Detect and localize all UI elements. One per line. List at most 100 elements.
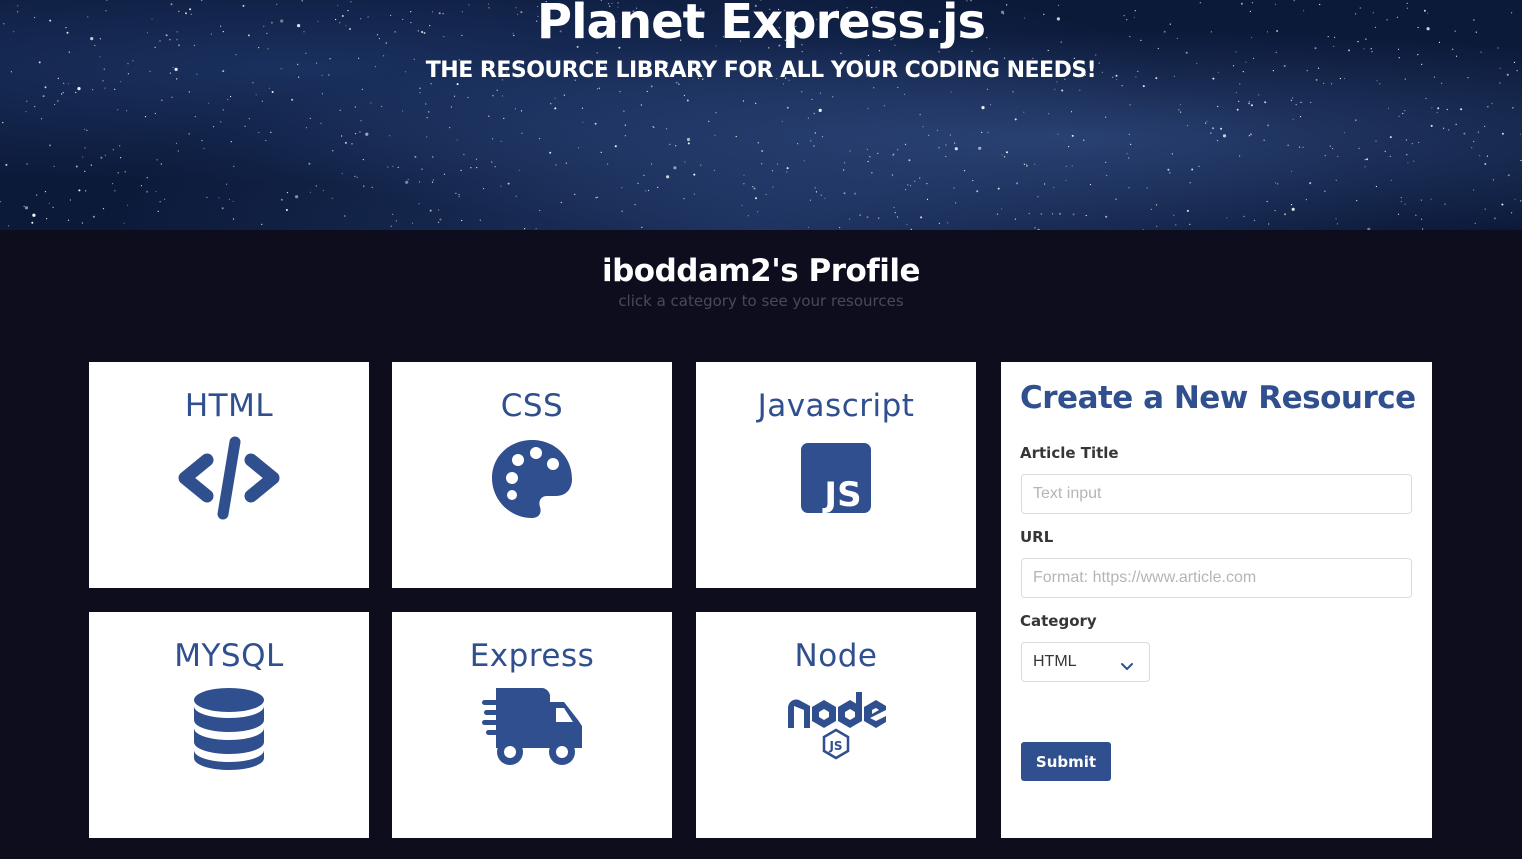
star xyxy=(233,165,235,167)
star xyxy=(1169,172,1171,174)
star xyxy=(1295,104,1297,106)
star xyxy=(1248,103,1250,105)
star xyxy=(1284,213,1286,216)
star xyxy=(1258,94,1260,96)
star xyxy=(894,212,896,214)
star xyxy=(402,110,404,112)
star xyxy=(938,51,940,53)
star xyxy=(867,160,869,163)
star xyxy=(443,173,446,175)
star xyxy=(418,203,420,205)
submit-button[interactable]: Submit xyxy=(1021,742,1111,781)
svg-text:JS: JS xyxy=(828,739,842,753)
article-title-input[interactable] xyxy=(1021,474,1412,514)
star xyxy=(503,117,505,119)
star xyxy=(1023,163,1025,165)
star xyxy=(815,191,818,193)
star xyxy=(653,126,655,128)
star xyxy=(1217,105,1219,108)
star xyxy=(1400,197,1402,199)
star xyxy=(1371,51,1373,53)
star xyxy=(1512,107,1514,109)
star xyxy=(84,128,86,130)
category-card-css[interactable]: CSS xyxy=(392,362,672,588)
category-label: CSS xyxy=(500,388,564,424)
category-select[interactable]: HTML xyxy=(1021,642,1150,682)
star xyxy=(428,111,430,113)
star xyxy=(928,134,930,136)
star xyxy=(1405,139,1407,141)
star xyxy=(1274,210,1276,212)
star xyxy=(990,104,992,106)
star xyxy=(947,222,949,224)
star xyxy=(1305,199,1307,201)
star xyxy=(1299,101,1301,103)
star xyxy=(1443,127,1445,129)
star xyxy=(201,140,203,142)
star xyxy=(1250,104,1253,107)
site-subtitle: THE RESOURCE LIBRARY FOR ALL YOUR CODING… xyxy=(425,58,1097,83)
star xyxy=(761,150,764,152)
star xyxy=(801,51,803,53)
star xyxy=(1455,55,1458,57)
star xyxy=(157,210,159,212)
star xyxy=(1001,154,1003,156)
star xyxy=(666,175,670,179)
star xyxy=(565,162,567,164)
star xyxy=(832,96,834,98)
star xyxy=(1071,134,1074,137)
category-card-mysql[interactable]: MYSQL xyxy=(89,612,369,838)
category-card-javascript[interactable]: Javascript JS xyxy=(696,362,976,588)
category-select-value: HTML xyxy=(1033,653,1077,670)
star xyxy=(1291,207,1295,211)
star xyxy=(1175,224,1177,226)
star xyxy=(821,136,824,138)
star xyxy=(524,228,526,230)
category-card-express[interactable]: Express xyxy=(392,612,672,838)
star xyxy=(175,142,178,144)
category-card-html[interactable]: HTML xyxy=(89,362,369,588)
star xyxy=(235,54,237,56)
star xyxy=(362,159,364,161)
star xyxy=(757,142,759,144)
star xyxy=(351,143,353,145)
category-card-node[interactable]: Node JS xyxy=(696,612,976,838)
star xyxy=(839,227,841,229)
star xyxy=(52,206,54,208)
star xyxy=(1421,218,1423,220)
star xyxy=(354,106,356,108)
star xyxy=(743,174,745,176)
category-label: HTML xyxy=(184,388,274,424)
star xyxy=(1129,104,1131,106)
star xyxy=(432,179,435,181)
star xyxy=(1025,163,1027,165)
svg-text:JS: JS xyxy=(822,475,861,514)
star xyxy=(1406,154,1408,156)
star xyxy=(1430,124,1433,127)
star xyxy=(1389,155,1391,157)
star xyxy=(2,122,4,124)
url-label: URL xyxy=(1020,528,1054,546)
star xyxy=(1079,89,1081,91)
star xyxy=(460,169,462,171)
star xyxy=(227,98,229,100)
star xyxy=(44,191,47,193)
star xyxy=(1407,162,1409,164)
star xyxy=(1301,101,1303,104)
star xyxy=(1480,51,1482,53)
star xyxy=(1001,208,1003,210)
star xyxy=(1418,141,1420,144)
star xyxy=(188,133,190,135)
url-input[interactable] xyxy=(1021,558,1412,598)
star xyxy=(978,146,982,150)
star xyxy=(1047,49,1049,52)
nodejs-icon: JS xyxy=(696,686,976,770)
star xyxy=(1235,92,1237,94)
star xyxy=(1400,200,1402,203)
star xyxy=(945,155,947,158)
star xyxy=(607,163,609,165)
star xyxy=(1471,147,1473,149)
star xyxy=(1444,203,1446,205)
star xyxy=(1420,199,1422,201)
star xyxy=(355,133,357,135)
